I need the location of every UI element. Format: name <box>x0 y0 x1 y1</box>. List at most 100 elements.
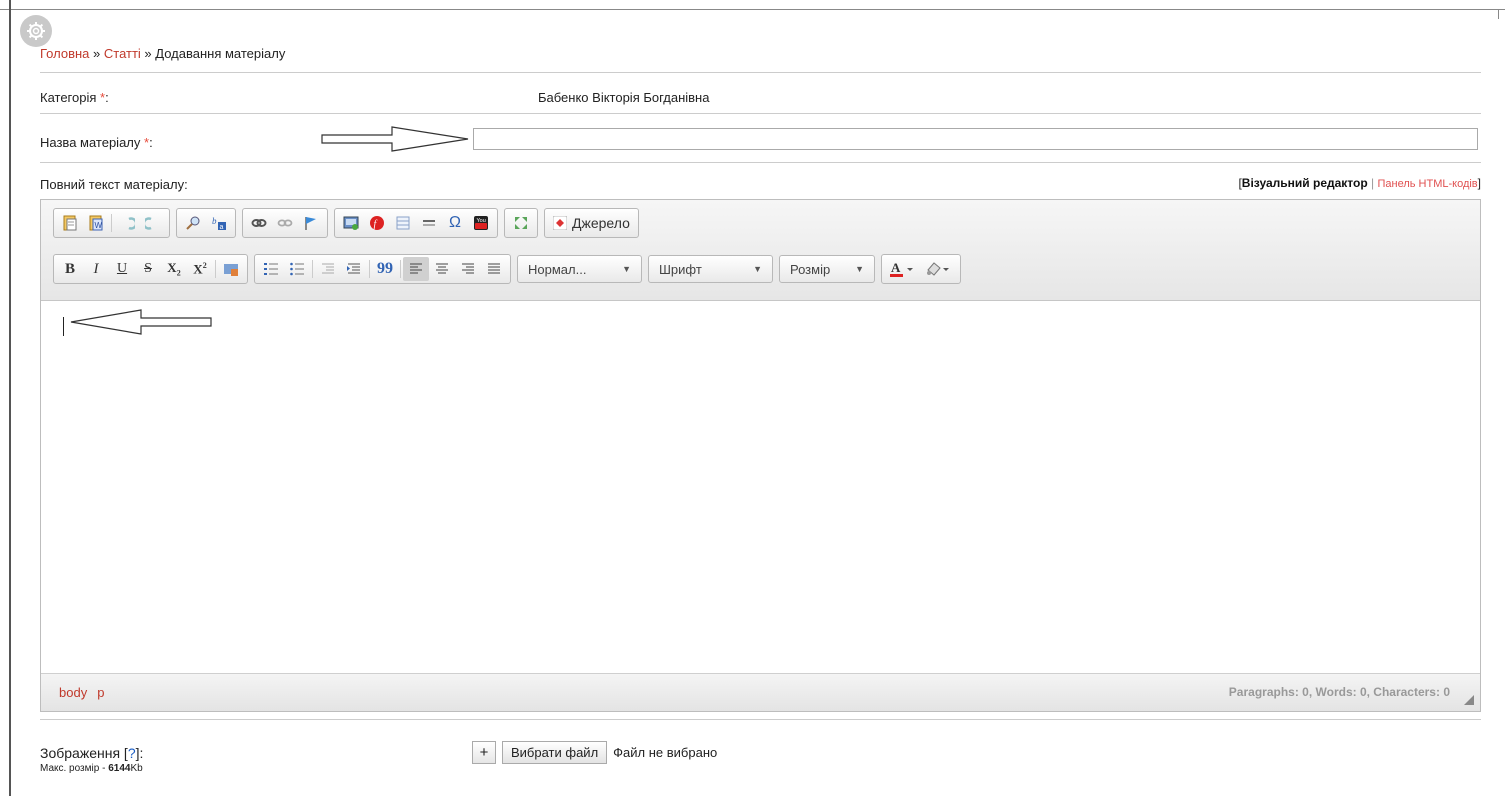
file-upload-row: + Вибрати файл Файл не вибрано <box>472 741 717 764</box>
anchor-flag-icon[interactable] <box>298 211 324 235</box>
toolbar-group-colors: A <box>881 254 961 284</box>
background-color-icon[interactable] <box>921 257 957 281</box>
max-size-value: 6144 <box>108 763 131 774</box>
toolbar-separator <box>400 260 401 278</box>
format-dropdown[interactable]: Нормал... ▼ <box>517 255 642 283</box>
bold-glyph: B <box>64 260 75 277</box>
text-cursor <box>63 317 64 336</box>
svg-text:a: a <box>220 224 224 231</box>
underline-button[interactable]: U <box>109 257 135 281</box>
replace-icon[interactable]: ba <box>206 211 232 235</box>
window-top-border <box>0 9 1505 10</box>
unlink-icon[interactable] <box>272 211 298 235</box>
superscript-x: X <box>193 261 203 277</box>
link-icon[interactable] <box>246 211 272 235</box>
source-button[interactable]: Джерело <box>544 208 639 238</box>
bracket: ]: <box>135 745 144 761</box>
svg-text:A: A <box>891 260 901 275</box>
format-dropdown-value: Нормал... <box>528 261 587 277</box>
youtube-icon[interactable]: You <box>468 211 494 235</box>
font-dropdown-value: Шрифт <box>659 261 702 277</box>
editor-statusbar: body p Paragraphs: 0, Words: 0, Character… <box>41 673 1480 711</box>
blockquote-glyph: 99 <box>377 260 393 277</box>
add-file-button[interactable]: + <box>472 741 496 764</box>
maximize-icon[interactable] <box>508 211 534 235</box>
visual-editor-link[interactable]: Візуальний редактор <box>1242 176 1368 190</box>
italic-button[interactable]: I <box>83 257 109 281</box>
subscript-button[interactable]: X2 <box>161 257 187 281</box>
indent-icon[interactable] <box>341 257 367 281</box>
category-label: Категорія *: <box>40 90 109 105</box>
breadcrumb-current: Додавання матеріалу <box>155 46 286 61</box>
element-path: body p <box>59 685 114 700</box>
paste-text-icon[interactable] <box>57 211 83 235</box>
strikethrough-button[interactable]: S <box>135 257 161 281</box>
left-arrow-annotation <box>70 309 212 335</box>
subscript-glyph: X2 <box>167 260 181 278</box>
window-left-border <box>9 0 11 796</box>
svg-text:W: W <box>95 221 103 230</box>
word-count: Paragraphs: 0, Words: 0, Characters: 0 <box>1228 685 1450 699</box>
gear-icon[interactable] <box>20 15 52 47</box>
bold-button[interactable]: B <box>57 257 83 281</box>
path-p[interactable]: p <box>97 685 104 700</box>
title-label-text: Назва матеріалу <box>40 135 144 150</box>
toolbar-group-clipboard: W <box>53 208 170 238</box>
text-color-icon[interactable]: A <box>885 257 921 281</box>
paste-word-icon[interactable]: W <box>83 211 109 235</box>
breadcrumb: Головна » Статті » Додавання матеріалу <box>40 46 285 61</box>
blockquote-button[interactable]: 99 <box>372 257 398 281</box>
toolbar-group-view <box>504 208 538 238</box>
breadcrumb-home-link[interactable]: Головна <box>40 46 89 61</box>
chevron-down-icon: ▼ <box>855 264 864 274</box>
title-input[interactable] <box>473 128 1478 150</box>
horizontal-rule-icon[interactable] <box>416 211 442 235</box>
breadcrumb-separator: » <box>140 46 156 61</box>
mode-separator: | <box>1367 176 1378 190</box>
strike-glyph: S <box>144 261 152 276</box>
toolbar-group-basic-styles: B I U S X2 X2 <box>53 254 248 284</box>
editor-content-area[interactable] <box>41 301 1480 674</box>
size-dropdown-value: Розмір <box>790 261 831 277</box>
align-left-icon[interactable] <box>403 257 429 281</box>
superscript-button[interactable]: X2 <box>187 257 213 281</box>
source-icon <box>553 216 567 230</box>
toolbar-separator <box>111 214 112 232</box>
outdent-icon[interactable] <box>315 257 341 281</box>
chevron-down-icon: ▼ <box>753 264 762 274</box>
table-icon[interactable] <box>390 211 416 235</box>
path-body[interactable]: body <box>59 685 87 700</box>
align-center-icon[interactable] <box>429 257 455 281</box>
right-arrow-annotation <box>321 126 469 152</box>
flash-icon[interactable]: f <box>364 211 390 235</box>
undo-icon[interactable] <box>114 211 140 235</box>
bracket: ] <box>1477 176 1481 190</box>
special-char-icon[interactable]: Ω <box>442 211 468 235</box>
font-dropdown[interactable]: Шрифт ▼ <box>648 255 773 283</box>
html-panel-link[interactable]: Панель HTML-кодів <box>1377 178 1477 190</box>
align-justify-icon[interactable] <box>481 257 507 281</box>
image-icon[interactable] <box>338 211 364 235</box>
image-label: Зображення [?]: <box>40 745 143 761</box>
label-colon: : <box>149 135 153 150</box>
breadcrumb-articles-link[interactable]: Статті <box>104 46 141 61</box>
max-size-prefix: Макс. розмір - <box>40 763 109 774</box>
max-size-note: Макс. розмір - 6144Kb <box>40 763 143 774</box>
help-link[interactable]: ? <box>128 745 136 761</box>
svg-text:You: You <box>477 218 486 224</box>
resize-handle-icon[interactable] <box>1464 695 1474 705</box>
chevron-down-icon: ▼ <box>622 264 631 274</box>
toolbar-group-paragraph: 99 <box>254 254 511 284</box>
omega-glyph: Ω <box>449 214 461 231</box>
size-dropdown[interactable]: Розмір ▼ <box>779 255 875 283</box>
fulltext-label: Повний текст матеріалу: <box>40 177 188 192</box>
divider <box>40 72 1481 73</box>
align-right-icon[interactable] <box>455 257 481 281</box>
redo-icon[interactable] <box>140 211 166 235</box>
numbered-list-icon[interactable] <box>258 257 284 281</box>
toolbar-group-insert: f Ω You <box>334 208 498 238</box>
find-icon[interactable] <box>180 211 206 235</box>
remove-format-icon[interactable] <box>218 257 244 281</box>
bulleted-list-icon[interactable] <box>284 257 310 281</box>
choose-file-button[interactable]: Вибрати файл <box>502 741 608 764</box>
